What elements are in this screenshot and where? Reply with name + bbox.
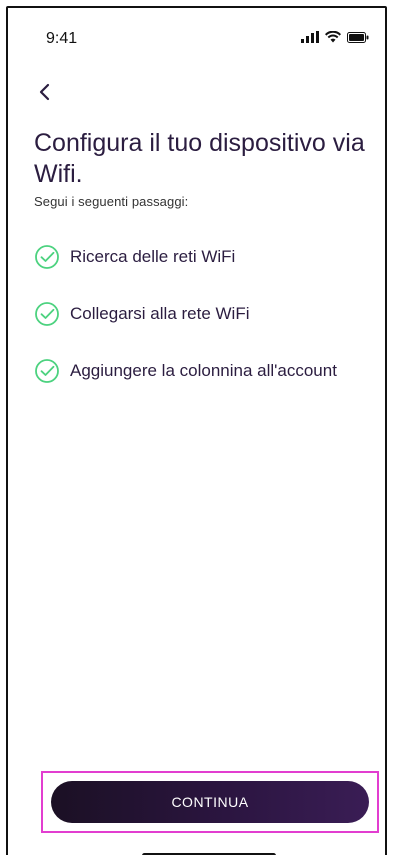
status-time: 9:41 — [46, 30, 78, 47]
step-item: Aggiungere la colonnina all'account — [34, 358, 384, 384]
signal-icon — [301, 31, 319, 43]
step-label: Collegarsi alla rete WiFi — [70, 304, 250, 323]
step-label: Ricerca delle reti WiFi — [70, 247, 236, 266]
check-circle-icon — [35, 359, 59, 383]
step-item: Collegarsi alla rete WiFi — [34, 301, 384, 327]
status-bar: 9:41 — [8, 8, 385, 68]
continue-highlight: CONTINUA — [41, 771, 379, 833]
battery-icon — [347, 31, 369, 43]
step-label: Aggiungere la colonnina all'account — [70, 361, 337, 380]
wifi-icon — [325, 31, 341, 43]
chevron-left-icon — [39, 83, 50, 101]
page-subtitle: Segui i seguenti passaggi: — [34, 194, 189, 209]
status-icons — [301, 31, 369, 43]
phone-frame: 9:41 Configura il tuo dispositivo via Wi… — [6, 6, 387, 855]
step-item: Ricerca delle reti WiFi — [34, 244, 384, 270]
page-title: Configura il tuo dispositivo via Wifi. — [34, 129, 365, 188]
check-circle-icon — [35, 302, 59, 326]
continue-button[interactable]: CONTINUA — [51, 781, 369, 823]
back-button[interactable] — [30, 78, 58, 106]
check-circle-icon — [35, 245, 59, 269]
steps-list: Ricerca delle reti WiFi Collegarsi alla … — [34, 244, 384, 415]
